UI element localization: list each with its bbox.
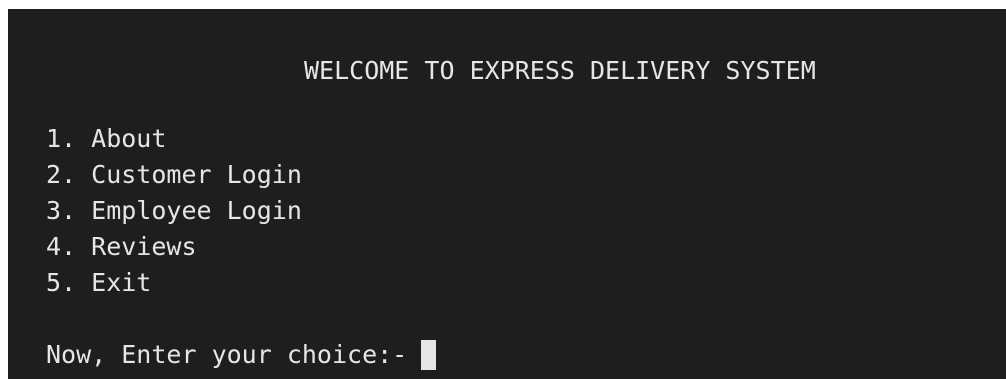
menu-item-about: 1. About — [46, 124, 167, 153]
choice-prompt-row[interactable]: Now, Enter your choice:- — [46, 337, 437, 373]
menu-item-exit: 5. Exit — [46, 268, 152, 297]
menu-item-reviews: 4. Reviews — [46, 232, 197, 261]
terminal-window[interactable]: WELCOME TO EXPRESS DELIVERY SYSTEM 1. Ab… — [8, 9, 1006, 379]
welcome-title: WELCOME TO EXPRESS DELIVERY SYSTEM — [304, 56, 816, 85]
main-menu: 1. About 2. Customer Login 3. Employee L… — [46, 121, 302, 301]
text-cursor[interactable] — [421, 340, 437, 370]
menu-item-employee-login: 3. Employee Login — [46, 196, 302, 225]
choice-prompt-label: Now, Enter your choice:- — [46, 340, 408, 369]
menu-item-customer-login: 2. Customer Login — [46, 160, 302, 189]
